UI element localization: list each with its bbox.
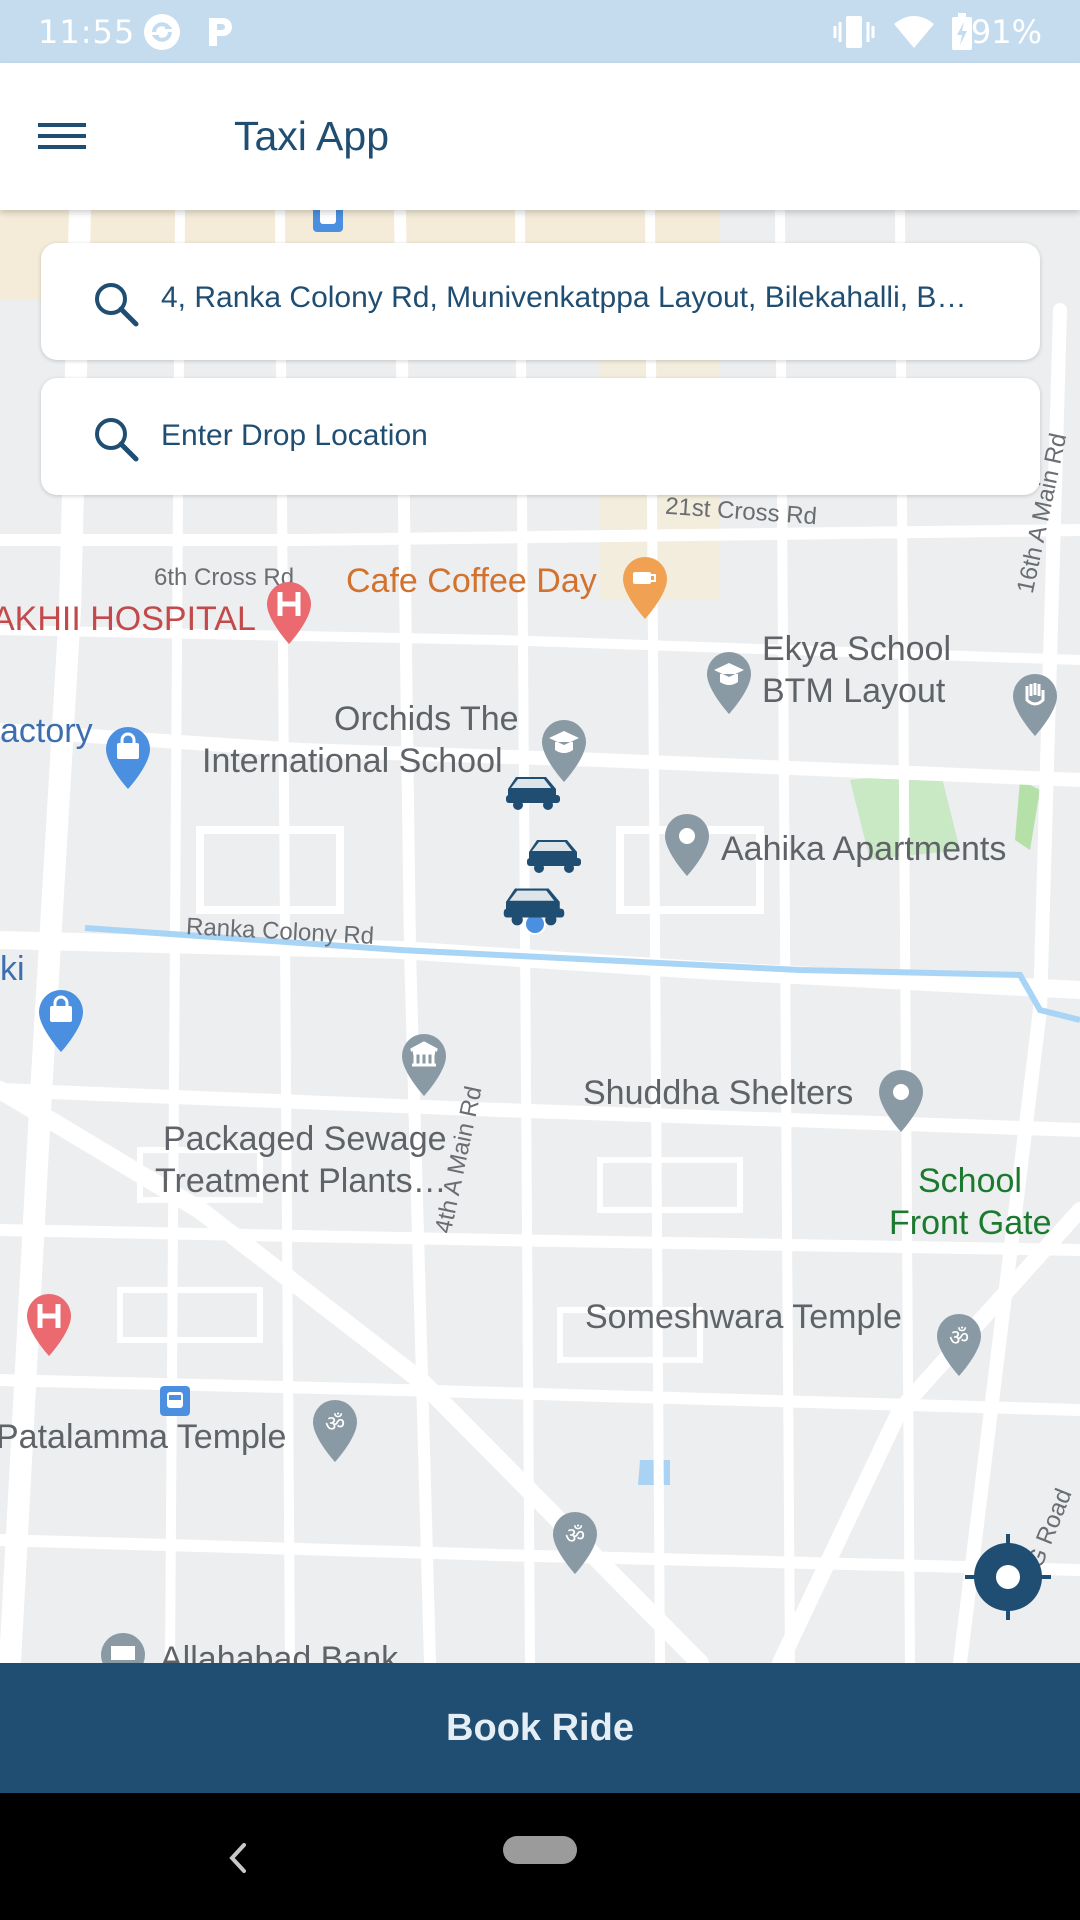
place-label: Packaged Sewage (163, 1120, 447, 1158)
location-pin-icon[interactable] (876, 1068, 926, 1134)
school-pin-icon[interactable] (704, 650, 754, 716)
status-time: 11:55 (38, 13, 136, 51)
home-pill-icon[interactable] (503, 1836, 577, 1864)
location-pin-icon[interactable] (662, 812, 712, 878)
place-label: ki (0, 950, 25, 988)
place-label: Treatment Plants… (155, 1162, 447, 1200)
wifi-icon (894, 16, 934, 48)
back-icon[interactable] (216, 1833, 256, 1883)
bus-stop-icon[interactable] (312, 210, 344, 234)
drop-location-input[interactable] (161, 408, 1011, 464)
temple-pin-icon[interactable]: ॐ (550, 1510, 600, 1576)
place-label: BTM Layout (762, 672, 946, 710)
temple-pin-icon[interactable]: ॐ (934, 1312, 984, 1378)
app-title: Taxi App (234, 113, 389, 159)
place-label: Ekya School (762, 630, 951, 668)
museum-pin-icon[interactable] (399, 1032, 449, 1098)
restaurant-pin-icon[interactable] (620, 555, 670, 621)
search-icon (95, 418, 139, 462)
battery-percent: 91% (970, 13, 1042, 51)
parking-icon (209, 18, 232, 46)
bus-stop-icon[interactable] (159, 1385, 191, 1417)
map-view[interactable]: 21st Cross Rd 6th Cross Rd Ranka Colony … (0, 210, 1080, 1663)
sync-icon (144, 14, 180, 50)
vibrate-icon (833, 16, 875, 48)
svg-text:ॐ: ॐ (565, 1524, 585, 1549)
search-icon (95, 283, 139, 327)
my-location-icon[interactable] (963, 1532, 1053, 1622)
place-label: Cafe Coffee Day (346, 562, 597, 600)
menu-button[interactable] (30, 107, 94, 165)
shopping-pin-icon[interactable] (36, 988, 86, 1054)
place-label: Orchids The (334, 700, 519, 738)
status-bar: 11:55 91% (0, 0, 1080, 63)
worship-pin-icon[interactable] (1010, 672, 1060, 738)
place-label: International School (202, 742, 503, 780)
bank-pin-icon[interactable] (98, 1630, 148, 1663)
svg-text:ॐ: ॐ (949, 1326, 969, 1351)
app-bar: Taxi App (0, 63, 1080, 210)
hamburger-menu-icon (38, 123, 86, 149)
pickup-search-box[interactable]: 4, Ranka Colony Rd, Munivenkatppa Layout… (41, 243, 1040, 360)
place-label: School (918, 1162, 1022, 1200)
car-icon[interactable] (523, 828, 585, 878)
book-ride-button[interactable]: Book Ride (0, 1663, 1080, 1793)
hospital-pin-icon[interactable] (24, 1292, 74, 1358)
place-label: Front Gate (889, 1204, 1052, 1242)
hospital-pin-icon[interactable] (264, 580, 314, 646)
place-label: Aahika Apartments (721, 830, 1007, 868)
temple-pin-icon[interactable]: ॐ (310, 1398, 360, 1464)
place-label: AKHII HOSPITAL (0, 600, 256, 638)
place-label: actory (0, 712, 93, 750)
place-label: Allahabad Bank (160, 1640, 399, 1663)
svg-text:ॐ: ॐ (325, 1412, 345, 1437)
pickup-address[interactable]: 4, Ranka Colony Rd, Munivenkatppa Layout… (161, 281, 1021, 315)
car-icon[interactable] (502, 765, 564, 815)
drop-search-box[interactable] (41, 378, 1040, 495)
place-label: Someshwara Temple (585, 1298, 902, 1336)
place-label: Patalamma Temple (0, 1418, 287, 1456)
system-nav-bar (0, 1793, 1080, 1920)
place-label: Shuddha Shelters (583, 1074, 854, 1112)
shopping-pin-icon[interactable] (103, 725, 153, 791)
car-icon[interactable] (499, 875, 569, 931)
